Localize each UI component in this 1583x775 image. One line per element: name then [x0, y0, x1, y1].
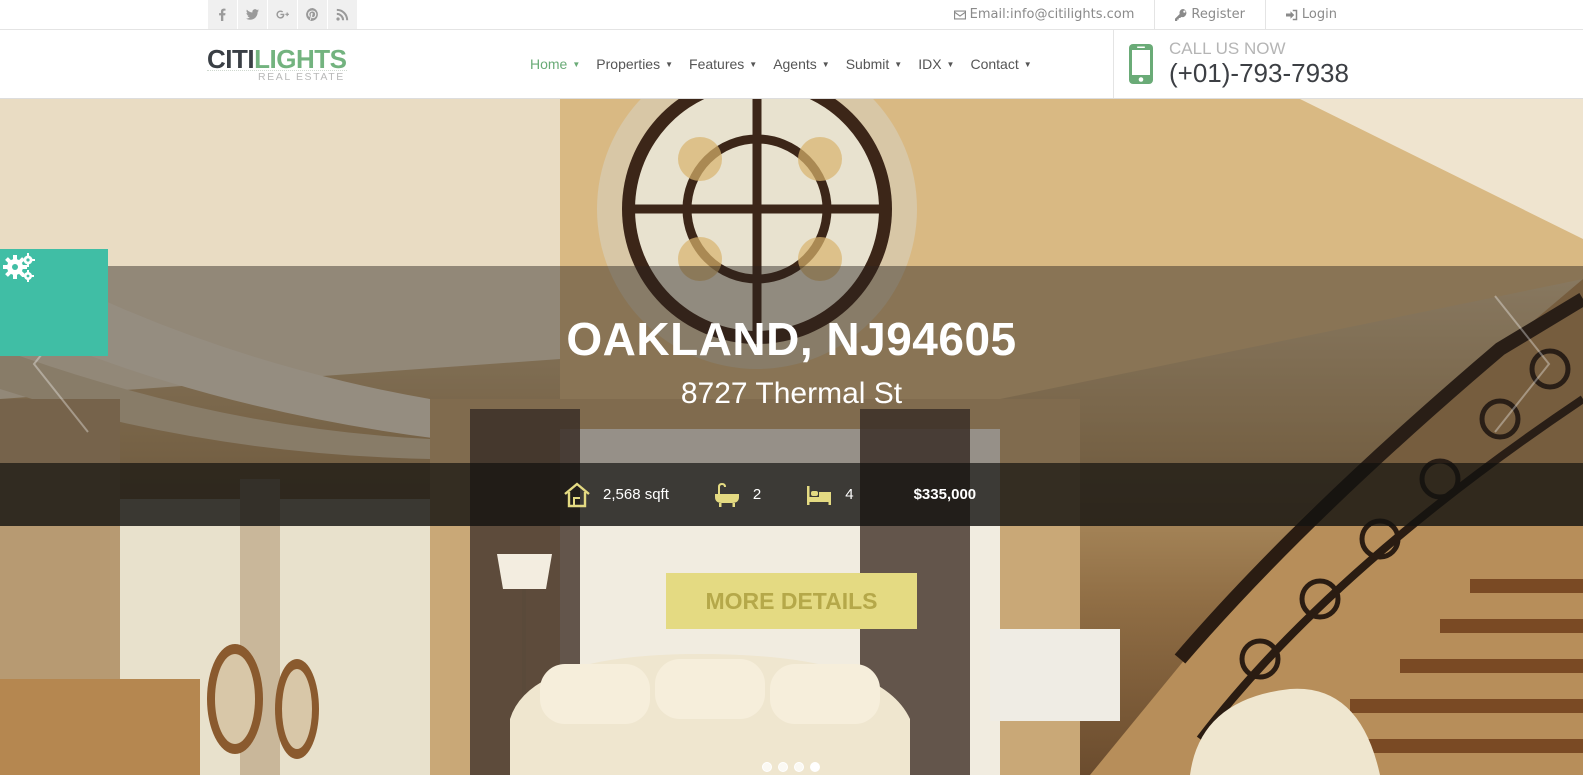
- facebook-icon[interactable]: [208, 0, 238, 29]
- call-us-block: CALL US NOW (+01)-793-7938: [1113, 30, 1349, 98]
- nav-label: Contact: [970, 56, 1019, 72]
- nav-item-contact[interactable]: Contact ▼: [962, 56, 1039, 72]
- mobile-phone-icon: [1129, 44, 1153, 84]
- social-links: [208, 0, 358, 29]
- envelope-icon: [953, 10, 966, 19]
- area-value: 2,568 sqft: [603, 486, 669, 503]
- property-features: 2,568 sqft 2 4 $335,000: [563, 463, 976, 526]
- register-link[interactable]: Register: [1154, 0, 1265, 29]
- site-header: CITILIGHTS REAL ESTATE Home ▼ Properties ▼…: [0, 30, 1583, 99]
- gears-icon: [3, 253, 35, 282]
- slide-dot[interactable]: [794, 762, 804, 772]
- baths-value: 2: [752, 486, 762, 503]
- key-icon: [1175, 8, 1187, 21]
- chevron-down-icon: ▼: [665, 59, 674, 69]
- beds-value: 4: [845, 486, 854, 503]
- nav-item-idx[interactable]: IDX ▼: [910, 56, 962, 72]
- slide-dot-active[interactable]: [810, 762, 820, 772]
- nav-label: Submit: [845, 56, 890, 72]
- nav-item-home[interactable]: Home ▼: [522, 56, 588, 72]
- more-details-button[interactable]: MORE DETAILS: [666, 573, 917, 629]
- nav-item-agents[interactable]: Agents ▼: [765, 56, 838, 72]
- nav-label: Agents: [773, 56, 817, 72]
- nav-item-properties[interactable]: Properties ▼: [588, 56, 681, 72]
- nav-item-features[interactable]: Features ▼: [681, 56, 765, 72]
- property-price: $335,000: [913, 486, 977, 503]
- chevron-down-icon: ▼: [749, 59, 758, 69]
- login-link[interactable]: Login: [1264, 0, 1357, 29]
- login-text: Login: [1301, 7, 1337, 22]
- phone-number[interactable]: (+01)-793-7938: [1169, 58, 1349, 88]
- top-links: Email:info@citilights.com Register Login: [934, 0, 1357, 29]
- register-text: Register: [1191, 7, 1245, 22]
- slider-pagination: [762, 762, 820, 772]
- nav-label: IDX: [918, 56, 942, 72]
- main-nav: Home ▼ Properties ▼ Features ▼ Agents ▼ Subm…: [522, 30, 1040, 98]
- bathtub-icon: [714, 482, 739, 507]
- nav-label: Features: [689, 56, 745, 72]
- email-text: Email:info@citilights.com: [969, 7, 1135, 22]
- bed-icon: [807, 485, 832, 505]
- chevron-down-icon: ▼: [1023, 59, 1032, 69]
- chevron-down-icon: ▼: [572, 59, 581, 69]
- chevron-right-icon[interactable]: [1493, 294, 1553, 434]
- email-link[interactable]: Email:info@citilights.com: [934, 0, 1155, 29]
- slide-dot[interactable]: [778, 762, 788, 772]
- nav-item-submit[interactable]: Submit ▼: [838, 56, 911, 72]
- call-label: CALL US NOW: [1169, 39, 1286, 58]
- nav-label: Home: [530, 56, 568, 72]
- house-icon: [564, 481, 590, 507]
- logo-part1: CITI: [207, 44, 255, 74]
- pinterest-icon[interactable]: [298, 0, 328, 29]
- feature-beds: 4: [805, 482, 854, 508]
- style-switcher-panel[interactable]: [0, 249, 108, 356]
- rss-icon[interactable]: [328, 0, 358, 29]
- chevron-down-icon: ▼: [946, 59, 955, 69]
- sign-in-icon: [1285, 9, 1298, 20]
- site-logo[interactable]: CITILIGHTS REAL ESTATE: [207, 46, 347, 83]
- top-bar: Email:info@citilights.com Register Login: [0, 0, 1583, 30]
- hero-slider: OAKLAND, NJ94605 8727 Thermal St 2,568 s…: [0, 99, 1583, 775]
- google-plus-icon[interactable]: [268, 0, 298, 29]
- chevron-down-icon: ▼: [821, 59, 830, 69]
- twitter-icon[interactable]: [238, 0, 268, 29]
- feature-area: 2,568 sqft: [563, 481, 669, 508]
- property-address: 8727 Thermal St: [680, 377, 903, 410]
- feature-baths: 2: [713, 482, 761, 508]
- property-title[interactable]: OAKLAND, NJ94605: [0, 312, 1583, 366]
- slide-dot[interactable]: [762, 762, 772, 772]
- chevron-down-icon: ▼: [894, 59, 903, 69]
- nav-label: Properties: [596, 56, 661, 72]
- logo-part2: LIGHTS: [254, 44, 347, 74]
